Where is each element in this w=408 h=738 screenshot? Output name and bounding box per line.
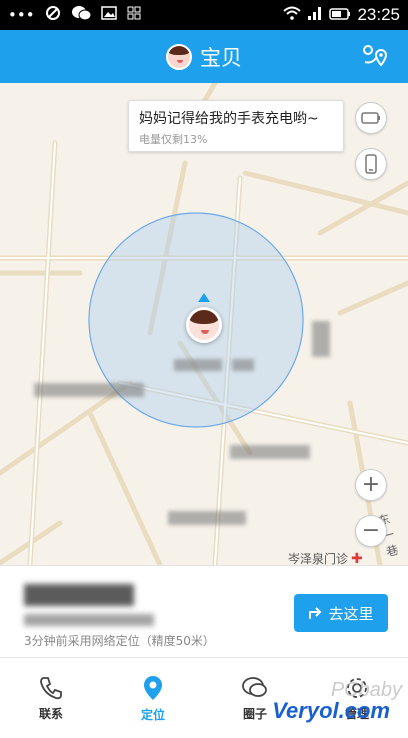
route-pin-icon [363, 45, 388, 67]
child-avatar [166, 43, 192, 70]
navigate-button-label: 去这里 [328, 604, 374, 623]
watch-device-button[interactable] [355, 148, 387, 180]
address-blurred [24, 584, 134, 606]
signal-icon [307, 6, 323, 24]
watch-battery-button[interactable] [355, 102, 387, 134]
zoom-out-button[interactable]: − [355, 515, 387, 547]
bubble-message: 妈妈记得给我的手表充电哟~ [139, 111, 319, 127]
location-info-panel: 3分钟前采用网络定位（精度50米） 去这里 [0, 565, 408, 657]
tab-circle-label: 圈子 [242, 706, 267, 721]
battery-icon [361, 112, 380, 124]
clock-time: 23:25 [357, 5, 400, 24]
battery-icon [329, 6, 351, 24]
wifi-icon [283, 6, 302, 24]
tab-locate-label: 定位 [140, 707, 165, 722]
page-title: 宝贝 [200, 45, 242, 70]
location-pin-icon [144, 675, 162, 700]
turn-right-icon [309, 607, 322, 619]
minus-icon: − [361, 518, 381, 543]
route-pin-button[interactable] [362, 44, 388, 72]
more-dots-icon: ••• [8, 6, 35, 24]
phone-device-icon [365, 154, 377, 174]
location-time-text: 3分钟前采用网络定位（精度50米） [24, 634, 215, 648]
wechat-icon [71, 5, 92, 25]
tab-contact[interactable]: 联系 [0, 658, 102, 738]
status-bar: ••• 23:25 [0, 0, 408, 30]
tab-locate[interactable]: 定位 [102, 658, 204, 738]
battery-status-text: 电量仅剩13% [139, 133, 208, 146]
watermark: Veryol.com [272, 698, 390, 723]
plus-icon: + [361, 472, 381, 497]
image-icon [100, 6, 117, 24]
notification-icon [45, 5, 61, 25]
navigate-button[interactable]: 去这里 [294, 594, 388, 632]
phone-icon [40, 676, 62, 699]
app-bar: 宝贝 [0, 30, 408, 83]
child-location-marker[interactable] [186, 307, 222, 343]
tab-contact-label: 联系 [38, 706, 63, 721]
direction-arrow-icon [198, 293, 210, 302]
address-detail-blurred [24, 614, 154, 626]
grid-icon [127, 6, 141, 24]
title-wrap[interactable]: 宝贝 [166, 42, 242, 72]
zoom-in-button[interactable]: + [355, 469, 387, 501]
chat-bubbles-icon [242, 676, 267, 697]
message-bubble: 妈妈记得给我的手表充电哟~ 电量仅剩13% [128, 100, 344, 152]
